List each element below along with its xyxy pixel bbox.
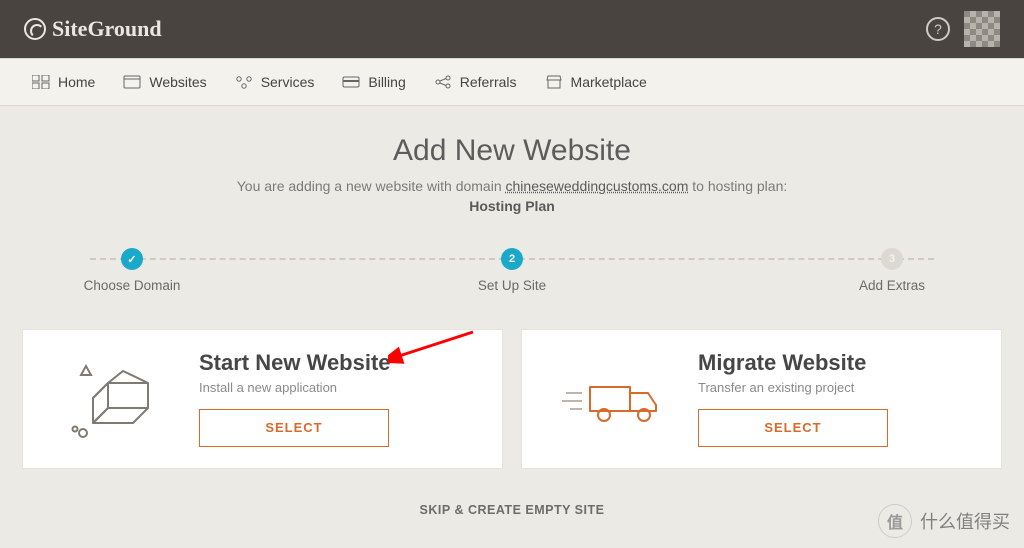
- main: Add New Website You are adding a new web…: [0, 106, 1024, 517]
- card-start-sub: Install a new application: [199, 380, 486, 395]
- step1-badge: ✓: [121, 248, 143, 270]
- select-start-button[interactable]: SELECT: [199, 409, 389, 447]
- nav-home-label: Home: [58, 74, 95, 90]
- brand-text: SiteGround: [52, 16, 162, 42]
- nav-billing-label: Billing: [368, 74, 405, 90]
- sub-prefix: You are adding a new website with domain: [237, 178, 506, 194]
- services-icon: [235, 75, 253, 89]
- navbar: Home Websites Services Billing Referrals…: [0, 58, 1024, 106]
- watermark-badge: 值: [878, 504, 912, 538]
- nav-services-label: Services: [261, 74, 315, 90]
- referrals-icon: [434, 75, 452, 89]
- nav-websites-label: Websites: [149, 74, 206, 90]
- card-migrate-body: Migrate Website Transfer an existing pro…: [692, 350, 985, 447]
- watermark-text: 什么值得买: [920, 508, 1010, 534]
- stepper: ✓ Choose Domain 2 Set Up Site 3 Add Extr…: [72, 248, 952, 293]
- truck-illustration-icon: [532, 348, 692, 448]
- nav-websites[interactable]: Websites: [123, 74, 206, 90]
- brand[interactable]: SiteGround: [24, 16, 162, 42]
- step3-label: Add Extras: [832, 278, 952, 293]
- watermark: 值 什么值得买: [878, 504, 1010, 538]
- step-choose-domain: ✓ Choose Domain: [72, 248, 192, 293]
- card-start-new-website: Start New Website Install a new applicat…: [22, 329, 503, 469]
- marketplace-icon: [545, 75, 563, 89]
- topbar-right: ?: [926, 11, 1000, 47]
- hosting-plan: Hosting Plan: [0, 198, 1024, 214]
- step1-label: Choose Domain: [72, 278, 192, 293]
- nav-billing[interactable]: Billing: [342, 74, 405, 90]
- step2-label: Set Up Site: [452, 278, 572, 293]
- help-icon[interactable]: ?: [926, 17, 950, 41]
- box-illustration-icon: [33, 348, 193, 448]
- option-cards: Start New Website Install a new applicat…: [22, 329, 1002, 469]
- card-start-title: Start New Website: [199, 350, 486, 376]
- card-migrate-sub: Transfer an existing project: [698, 380, 985, 395]
- step-add-extras: 3 Add Extras: [832, 248, 952, 293]
- sub-suffix: to hosting plan:: [688, 178, 787, 194]
- brand-icon: [24, 18, 46, 40]
- nav-home[interactable]: Home: [32, 74, 95, 90]
- card-migrate-website: Migrate Website Transfer an existing pro…: [521, 329, 1002, 469]
- websites-icon: [123, 75, 141, 89]
- step3-badge: 3: [881, 248, 903, 270]
- avatar[interactable]: [964, 11, 1000, 47]
- billing-icon: [342, 75, 360, 89]
- step2-badge: 2: [501, 248, 523, 270]
- page-title: Add New Website: [0, 134, 1024, 168]
- card-migrate-title: Migrate Website: [698, 350, 985, 376]
- nav-referrals-label: Referrals: [460, 74, 517, 90]
- skip-create-empty-link[interactable]: SKIP & CREATE EMPTY SITE: [0, 503, 1024, 517]
- domain-text: chineseweddingcustoms.com: [506, 178, 689, 194]
- nav-referrals[interactable]: Referrals: [434, 74, 517, 90]
- topbar: SiteGround ?: [0, 0, 1024, 58]
- nav-marketplace-label: Marketplace: [571, 74, 647, 90]
- card-start-body: Start New Website Install a new applicat…: [193, 350, 486, 447]
- select-migrate-button[interactable]: SELECT: [698, 409, 888, 447]
- step-set-up-site: 2 Set Up Site: [452, 248, 572, 293]
- nav-services[interactable]: Services: [235, 74, 315, 90]
- page-subtitle: You are adding a new website with domain…: [0, 178, 1024, 194]
- home-icon: [32, 75, 50, 89]
- nav-marketplace[interactable]: Marketplace: [545, 74, 647, 90]
